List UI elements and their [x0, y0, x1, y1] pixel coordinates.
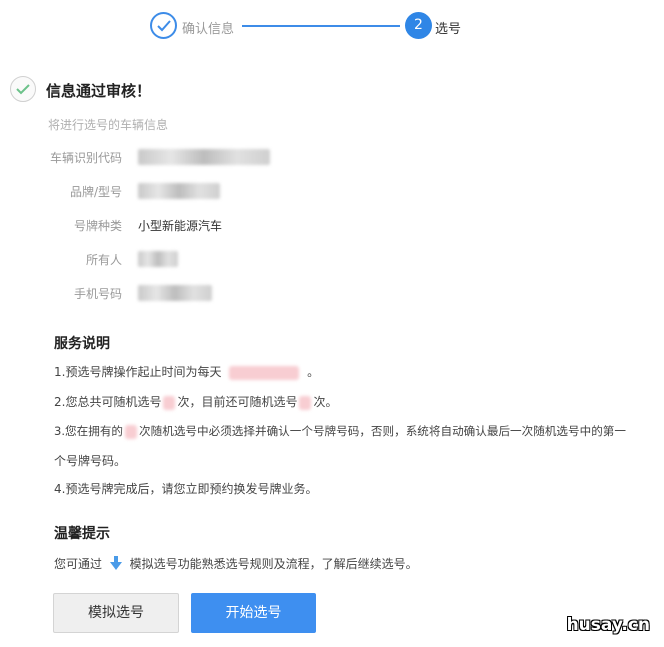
info-row-model: 品牌/型号	[0, 183, 400, 203]
service-item-3-text-a: 3.您在拥有的	[54, 424, 124, 438]
vehicle-info-subtitle: 将进行选号的车辆信息	[48, 118, 169, 132]
watermark: husay.cn	[566, 615, 650, 635]
step-connector-line	[242, 25, 400, 27]
service-item-1: 1.预选号牌操作起止时间为每天 。	[54, 363, 319, 380]
success-check-icon	[10, 76, 36, 102]
step2-label: 选号	[435, 22, 462, 37]
simulate-select-button[interactable]: 模拟选号	[53, 593, 179, 633]
info-row-plate-type: 号牌种类 小型新能源汽车	[0, 217, 400, 237]
phone-label: 手机号码	[73, 287, 122, 301]
plate-type-label: 号牌种类	[73, 219, 122, 233]
service-item-1-text: 1.预选号牌操作起止时间为每天	[54, 365, 222, 379]
model-label: 品牌/型号	[69, 185, 122, 199]
info-row-vin: 车辆识别代码	[0, 149, 400, 169]
service-item-3-cont: 个号牌号码。	[54, 454, 127, 468]
info-row-owner: 所有人	[0, 251, 400, 271]
owner-value-redacted	[138, 251, 178, 267]
service-title: 服务说明	[54, 336, 110, 352]
service-item-2-text-a: 2.您总共可随机选号	[54, 395, 162, 409]
service-item-2-text-c: 次。	[313, 395, 338, 409]
service-item-1-end: 。	[307, 365, 320, 379]
service-item-4: 4.预选号牌完成后，请您立即预约换发号牌业务。	[54, 482, 318, 496]
success-title: 信息通过审核！	[46, 82, 152, 100]
step1-complete-icon	[150, 12, 177, 39]
owner-label: 所有人	[85, 253, 122, 267]
vin-label: 车辆识别代码	[49, 151, 122, 165]
step-indicator: 确认信息 2 选号	[150, 12, 570, 42]
phone-value-redacted	[138, 285, 212, 301]
remaining-count-redacted	[299, 395, 312, 410]
total-count-redacted	[163, 395, 176, 410]
model-value-redacted	[138, 183, 220, 199]
arrow-down-icon	[109, 556, 122, 573]
vin-value-redacted	[138, 149, 270, 165]
service-item-3: 3.您在拥有的 次随机选号中必须选择并确认一个号牌号码，否则，系统将自动确认最后一…	[54, 423, 626, 439]
info-row-phone: 手机号码	[0, 285, 400, 305]
time-redacted	[229, 365, 300, 380]
tips-title: 温馨提示	[54, 526, 110, 542]
start-select-button[interactable]: 开始选号	[191, 593, 316, 633]
step1-label: 确认信息	[182, 22, 235, 37]
plate-type-value: 小型新能源汽车	[138, 219, 223, 233]
service-item-2-text-b: 次，目前还可随机选号	[177, 395, 298, 409]
service-item-2: 2.您总共可随机选号 次，目前还可随机选号 次。	[54, 393, 337, 410]
step2-number: 2	[405, 12, 432, 39]
owned-count-redacted	[125, 424, 138, 439]
tips-text-a: 您可通过	[54, 557, 103, 571]
tips-text-b: 模拟选号功能熟悉选号规则及流程，了解后继续选号。	[129, 557, 418, 571]
service-item-3-text-b: 次随机选号中必须选择并确认一个号牌号码，否则，系统将自动确认最后一次随机选号中的…	[139, 424, 626, 438]
tips-text: 您可通过 模拟选号功能熟悉选号规则及流程，了解后继续选号。	[54, 555, 418, 573]
